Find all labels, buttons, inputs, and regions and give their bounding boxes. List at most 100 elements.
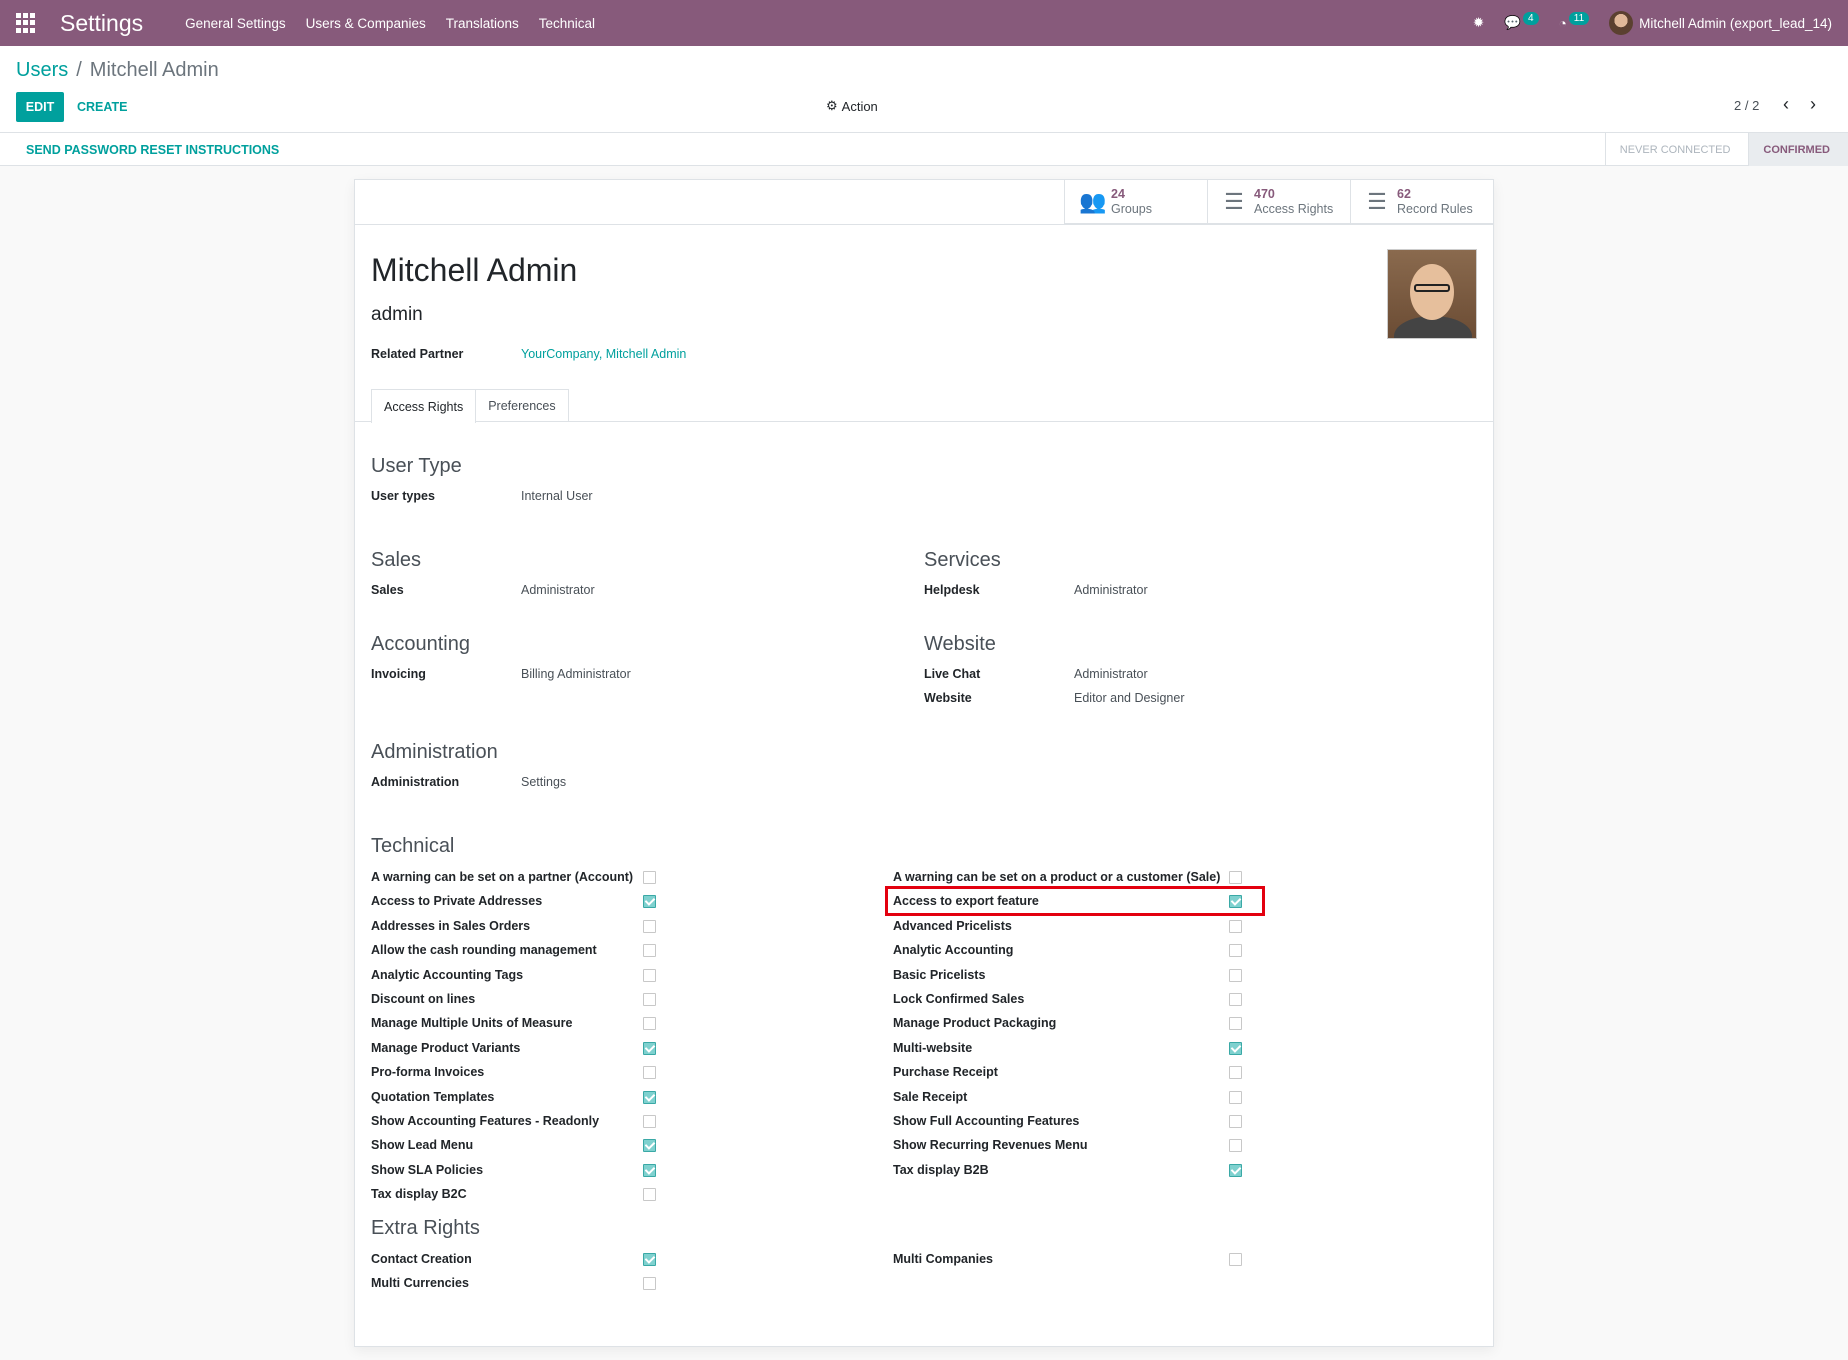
form-tabs: Access Rights Preferences (371, 389, 569, 423)
checkbox[interactable] (1229, 993, 1242, 1006)
access-rights-count: 470 (1254, 187, 1275, 201)
tab-preferences[interactable]: Preferences (475, 389, 569, 422)
checkbox[interactable] (643, 1041, 656, 1055)
list-icon: ☰ (1224, 189, 1244, 214)
checkbox[interactable] (1229, 1090, 1242, 1104)
checkbox[interactable] (643, 1277, 656, 1291)
user-menu-label: Mitchell Admin (export_lead_14) (1639, 15, 1832, 31)
checkbox-label: Contact Creation (371, 1252, 472, 1266)
menu-general-settings[interactable]: General Settings (185, 16, 286, 31)
user-types-label: User types (371, 489, 435, 503)
edit-button[interactable]: EDIT (16, 92, 64, 122)
checkbox-label: Manage Product Packaging (893, 1016, 1057, 1031)
messages-button[interactable]: 💬 4 (1504, 11, 1539, 31)
checkbox[interactable] (643, 1163, 656, 1177)
chevron-right-icon[interactable]: › (1810, 94, 1816, 115)
related-partner-link[interactable]: YourCompany, Mitchell Admin (521, 347, 686, 361)
menu-users-companies[interactable]: Users & Companies (306, 16, 426, 31)
checkbox[interactable] (643, 871, 656, 884)
checkbox-label: Manage Product Variants (371, 1040, 521, 1055)
main-menu: General Settings Users & Companies Trans… (185, 16, 615, 31)
website-value: Editor and Designer (1074, 691, 1185, 705)
group-title-technical: Technical (371, 835, 455, 857)
checkbox[interactable] (1229, 1017, 1242, 1031)
menu-technical[interactable]: Technical (539, 16, 595, 31)
debug-icon[interactable]: ✹ (1473, 15, 1484, 31)
checkbox[interactable] (1229, 1115, 1242, 1128)
checkbox[interactable] (1229, 919, 1242, 933)
checkbox[interactable] (1229, 895, 1242, 909)
checkbox[interactable] (643, 895, 656, 909)
groups-smart-button[interactable]: 👥 24 Groups (1064, 180, 1207, 224)
record-rules-smart-button[interactable]: ☰ 62 Record Rules (1350, 180, 1493, 224)
breadcrumb-users-link[interactable]: Users (16, 59, 68, 82)
activities-button[interactable]: ◔ 11 (1559, 11, 1590, 31)
checkbox[interactable] (1229, 1041, 1242, 1055)
pager-value[interactable]: 2 / 2 (1734, 98, 1759, 113)
checkbox-label: Lock Confirmed Sales (893, 992, 1025, 1006)
breadcrumb-current: Mitchell Admin (89, 59, 219, 81)
send-password-reset-button[interactable]: SEND PASSWORD RESET INSTRUCTIONS (26, 143, 279, 157)
gear-icon: ⚙ (826, 98, 838, 113)
checkbox[interactable] (643, 993, 656, 1006)
access-rights-smart-button[interactable]: ☰ 470 Access Rights (1207, 180, 1350, 224)
checkbox-label: Advanced Pricelists (893, 918, 1012, 933)
checkbox[interactable] (643, 1115, 656, 1128)
access-rights-label: Access Rights (1254, 202, 1334, 216)
checkbox[interactable] (643, 1139, 656, 1153)
checkbox-label: Show SLA Policies (371, 1162, 484, 1177)
chevron-left-icon[interactable]: ‹ (1783, 94, 1789, 115)
checkbox[interactable] (643, 919, 656, 933)
checkbox[interactable] (1229, 944, 1242, 958)
user-photo[interactable] (1387, 249, 1477, 339)
checkbox[interactable] (1229, 1163, 1242, 1177)
record-rules-count: 62 (1397, 187, 1411, 201)
checkbox-label: Access to Private Addresses (371, 894, 543, 909)
checkbox[interactable] (643, 944, 656, 958)
checkbox[interactable] (1229, 1139, 1242, 1153)
user-menu[interactable]: Mitchell Admin (export_lead_14) (1609, 11, 1832, 35)
status-never-connected[interactable]: NEVER CONNECTED (1604, 133, 1749, 166)
checkbox-label: Multi Currencies (371, 1276, 469, 1291)
breadcrumb-separator: / (76, 59, 82, 81)
checkbox-label: Pro-forma Invoices (371, 1065, 485, 1080)
checkbox-label: Analytic Accounting Tags (371, 967, 524, 982)
checkbox[interactable] (1229, 1253, 1242, 1266)
tab-access-rights[interactable]: Access Rights (371, 389, 477, 423)
checkbox-label: Purchase Receipt (893, 1065, 998, 1080)
checkbox[interactable] (643, 1090, 656, 1104)
apps-menu-icon[interactable] (16, 13, 36, 33)
checkbox-label: Multi Companies (893, 1252, 994, 1266)
group-title-sales: Sales (371, 549, 422, 571)
group-title-accounting: Accounting (371, 633, 470, 655)
related-partner-label: Related Partner (371, 347, 464, 361)
status-confirmed[interactable]: CONFIRMED (1748, 133, 1848, 166)
checkbox-label: Discount on lines (371, 992, 476, 1006)
checkbox[interactable] (1229, 968, 1242, 982)
user-types-value: Internal User (521, 489, 593, 503)
groups-label: Groups (1111, 202, 1152, 216)
checkbox-label: Sale Receipt (893, 1089, 968, 1104)
checkbox[interactable] (643, 968, 656, 982)
checkbox[interactable] (1229, 1066, 1242, 1080)
menu-translations[interactable]: Translations (446, 16, 519, 31)
checkbox[interactable] (643, 1066, 656, 1080)
checkbox[interactable] (643, 1188, 656, 1202)
checkbox-label: Show Accounting Features - Readonly (371, 1114, 600, 1128)
checkbox[interactable] (1229, 871, 1242, 884)
checkbox[interactable] (643, 1017, 656, 1031)
action-dropdown[interactable]: ⚙ Action (826, 98, 878, 114)
checkbox-label: Show Recurring Revenues Menu (893, 1138, 1088, 1153)
website-label: Website (924, 691, 972, 705)
checkbox-label: Tax display B2B (893, 1162, 989, 1177)
app-title[interactable]: Settings (60, 10, 143, 37)
checkbox[interactable] (643, 1253, 656, 1266)
live-chat-value: Administrator (1074, 667, 1148, 681)
status-bar: NEVER CONNECTED CONFIRMED (1604, 133, 1848, 166)
group-title-extra-rights: Extra Rights (371, 1217, 480, 1239)
checkbox-label: Multi-website (893, 1040, 973, 1055)
groups-count: 24 (1111, 187, 1125, 201)
group-title-administration: Administration (371, 741, 498, 763)
create-button[interactable]: CREATE (77, 92, 127, 122)
administration-value: Settings (521, 775, 567, 789)
